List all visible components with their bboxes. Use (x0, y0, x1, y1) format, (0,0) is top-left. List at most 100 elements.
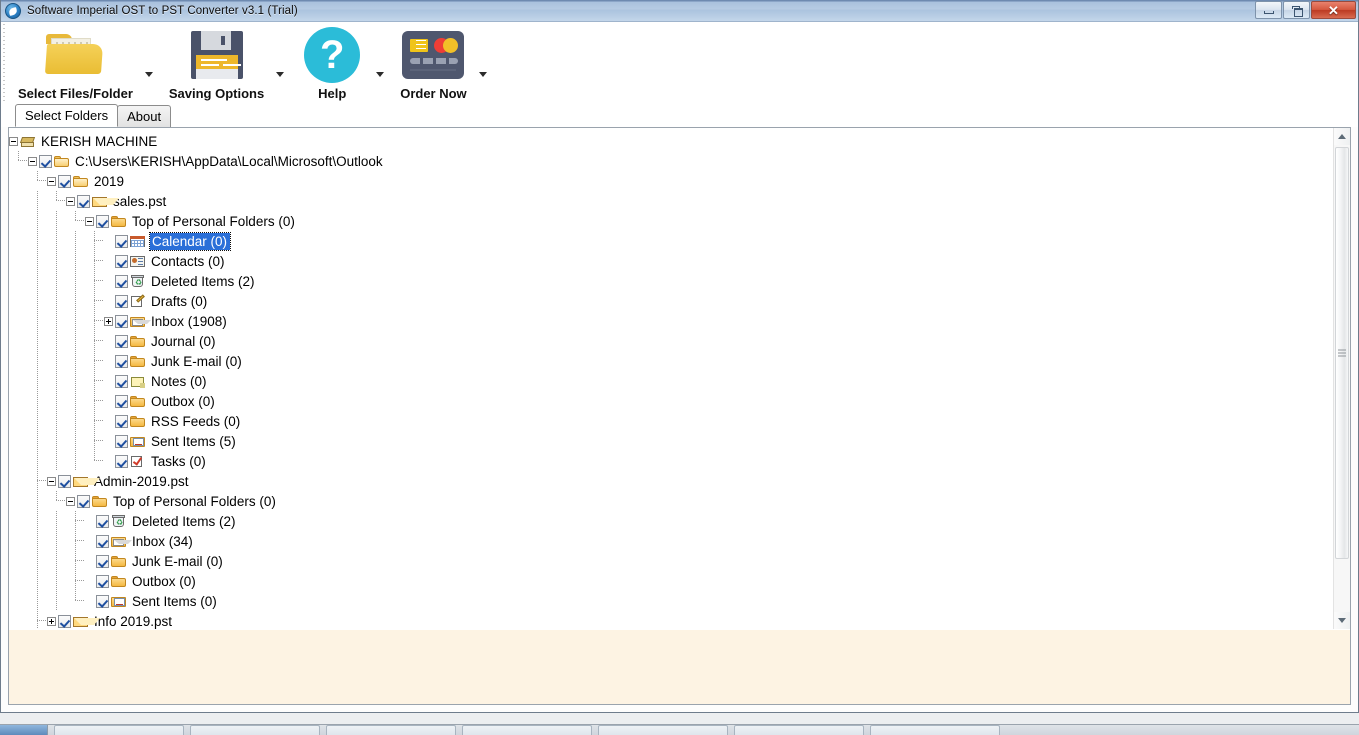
tree-checkbox[interactable] (58, 474, 71, 488)
scroll-down-button[interactable] (1334, 612, 1350, 629)
tree-row[interactable]: Drafts (0) (9, 291, 1333, 311)
tree-row[interactable]: ♻ Deleted Items (2) (9, 511, 1333, 531)
tree-checkbox[interactable] (115, 414, 128, 428)
scrollbar-track[interactable] (1334, 145, 1350, 612)
tree-checkbox[interactable] (39, 154, 52, 168)
order-now-button[interactable]: Order Now (390, 22, 476, 104)
pst-icon (92, 194, 119, 209)
taskbar-item[interactable] (734, 725, 864, 735)
select-files-dropdown-icon[interactable] (144, 71, 153, 77)
tree-row[interactable]: Sent Items (0) (9, 591, 1333, 611)
tree-guide (28, 531, 47, 551)
taskbar-item[interactable] (326, 725, 456, 735)
tab-about[interactable]: About (117, 105, 172, 127)
tree-collapse-icon[interactable] (47, 176, 56, 186)
tree-checkbox[interactable] (96, 554, 109, 568)
tree-row[interactable]: C:\Users\KERISH\AppData\Local\Microsoft\… (9, 151, 1333, 171)
scrollbar-thumb[interactable] (1335, 147, 1349, 559)
tree-row[interactable]: Notes (0) (9, 371, 1333, 391)
tree-checkbox[interactable] (77, 194, 90, 208)
tree-row-label: Drafts (0) (151, 293, 208, 309)
tree-row[interactable]: Outbox (0) (9, 391, 1333, 411)
tree-checkbox[interactable] (58, 614, 71, 628)
tab-select-folders[interactable]: Select Folders (15, 104, 119, 127)
tree-row[interactable]: Top of Personal Folders (0) (9, 491, 1333, 511)
tree-checkbox[interactable] (115, 294, 128, 308)
tab-strip: Select Folders About (1, 104, 1358, 127)
taskbar-item[interactable] (462, 725, 592, 735)
tree-row[interactable]: Info 2019.pst (9, 611, 1333, 629)
tree-row[interactable]: Top of Personal Folders (0) (9, 211, 1333, 231)
tree-checkbox[interactable] (96, 214, 109, 228)
tree-row[interactable]: Sent Items (5) (9, 431, 1333, 451)
tree-row[interactable]: Junk E-mail (0) (9, 351, 1333, 371)
tree-checkbox[interactable] (115, 434, 128, 448)
tree-checkbox[interactable] (115, 454, 128, 468)
tree-collapse-icon[interactable] (9, 136, 18, 146)
tree-row[interactable]: Calendar (0) (9, 231, 1333, 251)
tree-row[interactable]: Outbox (0) (9, 571, 1333, 591)
tree-row[interactable]: 2019 (9, 171, 1333, 191)
tree-checkbox[interactable] (96, 574, 109, 588)
tree-checkbox[interactable] (115, 394, 128, 408)
tree-collapse-icon[interactable] (28, 156, 37, 166)
tree-checkbox[interactable] (58, 174, 71, 188)
tree-guide (47, 251, 66, 271)
tree-guide (47, 311, 66, 331)
tree-collapse-icon[interactable] (66, 496, 75, 506)
tree-checkbox[interactable] (115, 274, 128, 288)
tree-checkbox[interactable] (115, 334, 128, 348)
tree-row[interactable]: RSS Feeds (0) (9, 411, 1333, 431)
tree-checkbox[interactable] (115, 234, 128, 248)
tree-checkbox[interactable] (115, 254, 128, 268)
tree-row[interactable]: Inbox (1908) (9, 311, 1333, 331)
tree-row[interactable]: Junk E-mail (0) (9, 551, 1333, 571)
help-dropdown-icon[interactable] (376, 71, 385, 77)
tree-vertical-scrollbar[interactable] (1333, 128, 1350, 629)
saving-options-button[interactable]: Saving Options (159, 22, 274, 104)
tree-row[interactable]: KERISH MACHINE (9, 131, 1333, 151)
help-button[interactable]: ? Help (290, 22, 374, 104)
tree-indent (9, 371, 104, 391)
tree-expand-icon[interactable] (104, 316, 113, 326)
inbox-icon (130, 314, 151, 329)
tree-row[interactable]: Journal (0) (9, 331, 1333, 351)
taskbar-item[interactable] (870, 725, 1000, 735)
tree-row[interactable]: ♻ Deleted Items (2) (9, 271, 1333, 291)
tree-checkbox[interactable] (96, 534, 109, 548)
saving-options-dropdown-icon[interactable] (276, 71, 285, 77)
taskbar-item[interactable] (598, 725, 728, 735)
tree-row[interactable]: Contacts (0) (9, 251, 1333, 271)
tree-row-label: Sent Items (5) (151, 433, 236, 449)
tree-collapse-icon[interactable] (85, 216, 94, 226)
tree-guide (28, 291, 47, 311)
tree-checkbox[interactable] (96, 594, 109, 608)
tree-checkbox[interactable] (115, 354, 128, 368)
tree-collapse-icon[interactable] (47, 476, 56, 486)
select-files-folder-button[interactable]: Select Files/Folder (8, 22, 143, 104)
tree-row[interactable]: Admin-2019.pst (9, 471, 1333, 491)
folder-tree[interactable]: KERISH MACHINE C:\Users\KERISH\AppData\Lo… (9, 128, 1333, 629)
tree-indent (9, 511, 85, 531)
close-button[interactable]: ✕ (1311, 1, 1356, 19)
toolbar-drag-grip[interactable] (1, 24, 8, 102)
tree-collapse-icon[interactable] (66, 196, 75, 206)
tree-checkbox[interactable] (77, 494, 90, 508)
taskbar-item[interactable] (190, 725, 320, 735)
minimize-button[interactable] (1255, 1, 1282, 19)
tree-row[interactable]: sales.pst (9, 191, 1333, 211)
scroll-up-button[interactable] (1334, 128, 1350, 145)
start-button[interactable] (0, 725, 48, 735)
maximize-restore-button[interactable] (1283, 1, 1310, 19)
tree-guide (47, 231, 66, 251)
tree-row[interactable]: Inbox (34) (9, 531, 1333, 551)
tree-checkbox[interactable] (96, 514, 109, 528)
taskbar-item[interactable] (54, 725, 184, 735)
tree-row[interactable]: Tasks (0) (9, 451, 1333, 471)
tree-expand-icon[interactable] (47, 616, 56, 626)
order-now-dropdown-icon[interactable] (478, 71, 487, 77)
tree-checkbox[interactable] (115, 314, 128, 328)
tree-row-label: C:\Users\KERISH\AppData\Local\Microsoft\… (75, 153, 383, 169)
tree-checkbox[interactable] (115, 374, 128, 388)
window-controls: ✕ (1255, 1, 1356, 19)
